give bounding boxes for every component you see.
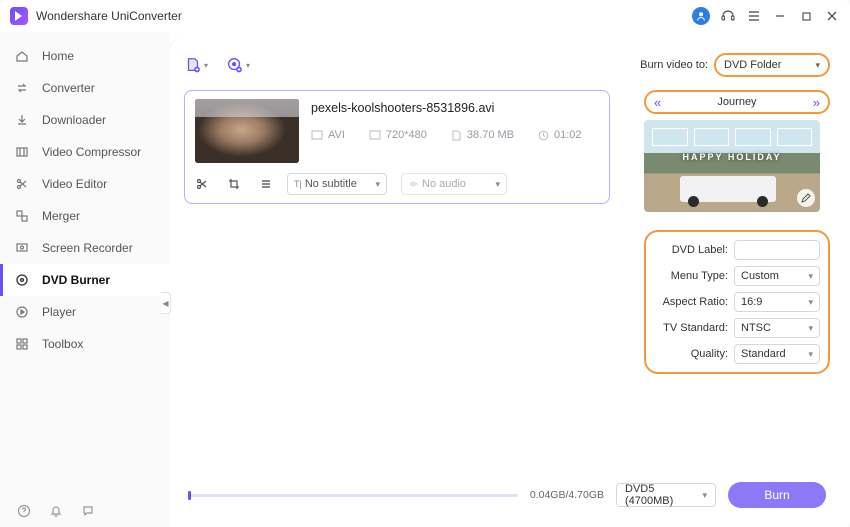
help-icon[interactable] xyxy=(16,503,32,519)
sidebar-label: Video Compressor xyxy=(42,145,141,159)
main-panel: ▾ ▾ Burn video to: DVD Folder ▾ xyxy=(170,38,844,521)
sidebar-item-toolbox[interactable]: Toolbox xyxy=(0,328,170,360)
disc-type-select[interactable]: DVD5 (4700MB) ▾ xyxy=(616,483,716,507)
aspect-ratio-label: Aspect Ratio: xyxy=(654,296,728,308)
app-logo-icon xyxy=(10,7,28,25)
file-duration: 01:02 xyxy=(538,129,582,141)
sidebar-label: Screen Recorder xyxy=(42,241,133,255)
crop-button[interactable] xyxy=(227,177,241,191)
feedback-icon[interactable] xyxy=(80,503,96,519)
burn-button[interactable]: Burn xyxy=(728,482,826,508)
dvd-label-input[interactable] xyxy=(734,240,820,260)
theme-name: Journey xyxy=(661,96,813,108)
chevron-down-icon: ▾ xyxy=(702,490,707,501)
download-icon xyxy=(14,112,30,128)
trim-button[interactable] xyxy=(195,177,209,191)
sidebar-item-dvd-burner[interactable]: DVD Burner xyxy=(0,264,170,296)
file-card[interactable]: pexels-koolshooters-8531896.avi AVI 720*… xyxy=(184,90,610,204)
home-icon xyxy=(14,48,30,64)
sidebar-label: Downloader xyxy=(42,113,106,127)
file-size: 38.70 MB xyxy=(451,129,514,141)
sidebar-label: Toolbox xyxy=(42,337,83,351)
sidebar-item-downloader[interactable]: Downloader xyxy=(0,104,170,136)
sidebar-collapse-button[interactable]: ◀ xyxy=(161,292,171,314)
burn-to-label: Burn video to: xyxy=(640,59,708,71)
chevron-down-icon: ▾ xyxy=(815,60,820,71)
tv-standard-label: TV Standard: xyxy=(654,322,728,334)
theme-overlay-text: HAPPY HOLIDAY xyxy=(644,152,820,162)
quality-select[interactable]: Standard▾ xyxy=(734,344,820,364)
compressor-icon xyxy=(14,144,30,160)
theme-prev-button[interactable]: « xyxy=(654,95,661,110)
dvd-label-label: DVD Label: xyxy=(654,244,728,256)
footer: 0.04GB/4.70GB DVD5 (4700MB) ▾ Burn xyxy=(184,477,830,513)
scissors-icon xyxy=(14,176,30,192)
toolbox-icon xyxy=(14,336,30,352)
maximize-button[interactable] xyxy=(798,8,814,24)
disc-icon xyxy=(14,272,30,288)
theme-graphic xyxy=(680,176,776,202)
support-icon[interactable] xyxy=(720,8,736,24)
titlebar: Wondershare UniConverter xyxy=(0,0,850,32)
burn-to-select[interactable]: DVD Folder ▾ xyxy=(714,53,830,77)
sidebar-item-home[interactable]: Home xyxy=(0,40,170,72)
aspect-ratio-select[interactable]: 16:9▾ xyxy=(734,292,820,312)
merger-icon xyxy=(14,208,30,224)
notification-icon[interactable] xyxy=(48,503,64,519)
dvd-settings-panel: DVD Label: Menu Type: Custom▾ Aspect Rat… xyxy=(644,230,830,374)
menu-type-select[interactable]: Custom▾ xyxy=(734,266,820,286)
tv-standard-select[interactable]: NTSC▾ xyxy=(734,318,820,338)
sidebar-item-compressor[interactable]: Video Compressor xyxy=(0,136,170,168)
app-window: Wondershare UniConverter xyxy=(0,0,850,527)
theme-next-button[interactable]: » xyxy=(813,95,820,110)
add-file-button[interactable]: ▾ xyxy=(184,53,208,77)
file-name: pexels-koolshooters-8531896.avi xyxy=(311,101,599,115)
menu-icon[interactable] xyxy=(746,8,762,24)
sidebar-label: DVD Burner xyxy=(42,273,110,287)
load-disc-button[interactable]: ▾ xyxy=(226,53,250,77)
body: Home Converter Downloader Video Compress… xyxy=(0,32,850,527)
sidebar-item-screen-recorder[interactable]: Screen Recorder xyxy=(0,232,170,264)
app-title: Wondershare UniConverter xyxy=(36,9,182,23)
burn-to-value: DVD Folder xyxy=(724,59,781,71)
chevron-down-icon: ▾ xyxy=(204,61,208,70)
sidebar-item-player[interactable]: Player xyxy=(0,296,170,328)
sidebar-label: Merger xyxy=(42,209,80,223)
sidebar-item-converter[interactable]: Converter xyxy=(0,72,170,104)
minimize-button[interactable] xyxy=(772,8,788,24)
chevron-down-icon: ▾ xyxy=(246,61,250,70)
theme-preview[interactable]: HAPPY HOLIDAY xyxy=(644,120,820,212)
sidebar: Home Converter Downloader Video Compress… xyxy=(0,32,170,527)
video-thumbnail[interactable] xyxy=(195,99,299,163)
chevron-down-icon: ▾ xyxy=(375,179,380,190)
chevron-down-icon: ▾ xyxy=(495,179,500,190)
screen-recorder-icon xyxy=(14,240,30,256)
converter-icon xyxy=(14,80,30,96)
file-format: AVI xyxy=(311,129,345,141)
sidebar-label: Player xyxy=(42,305,76,319)
sidebar-item-merger[interactable]: Merger xyxy=(0,200,170,232)
size-text: 0.04GB/4.70GB xyxy=(530,489,604,501)
quality-label: Quality: xyxy=(654,348,728,360)
sidebar-label: Converter xyxy=(42,81,95,95)
file-list: pexels-koolshooters-8531896.avi AVI 720*… xyxy=(184,90,626,477)
close-button[interactable] xyxy=(824,8,840,24)
menu-type-label: Menu Type: xyxy=(654,270,728,282)
theme-navigator: « Journey » xyxy=(644,90,830,114)
size-progress xyxy=(188,494,518,497)
sidebar-item-video-editor[interactable]: Video Editor xyxy=(0,168,170,200)
effects-button[interactable] xyxy=(259,177,273,191)
right-panel: « Journey » HAPPY HOLIDAY DVD Label: xyxy=(644,90,830,477)
file-resolution: 720*480 xyxy=(369,129,427,141)
sidebar-label: Video Editor xyxy=(42,177,107,191)
subtitle-select[interactable]: T| No subtitle ▾ xyxy=(287,173,387,195)
user-account-icon[interactable] xyxy=(692,7,710,25)
audio-select[interactable]: No audio ▾ xyxy=(401,173,507,195)
sidebar-label: Home xyxy=(42,49,74,63)
theme-edit-button[interactable] xyxy=(797,189,815,207)
play-icon xyxy=(14,304,30,320)
toolbar: ▾ ▾ Burn video to: DVD Folder ▾ xyxy=(184,48,830,82)
